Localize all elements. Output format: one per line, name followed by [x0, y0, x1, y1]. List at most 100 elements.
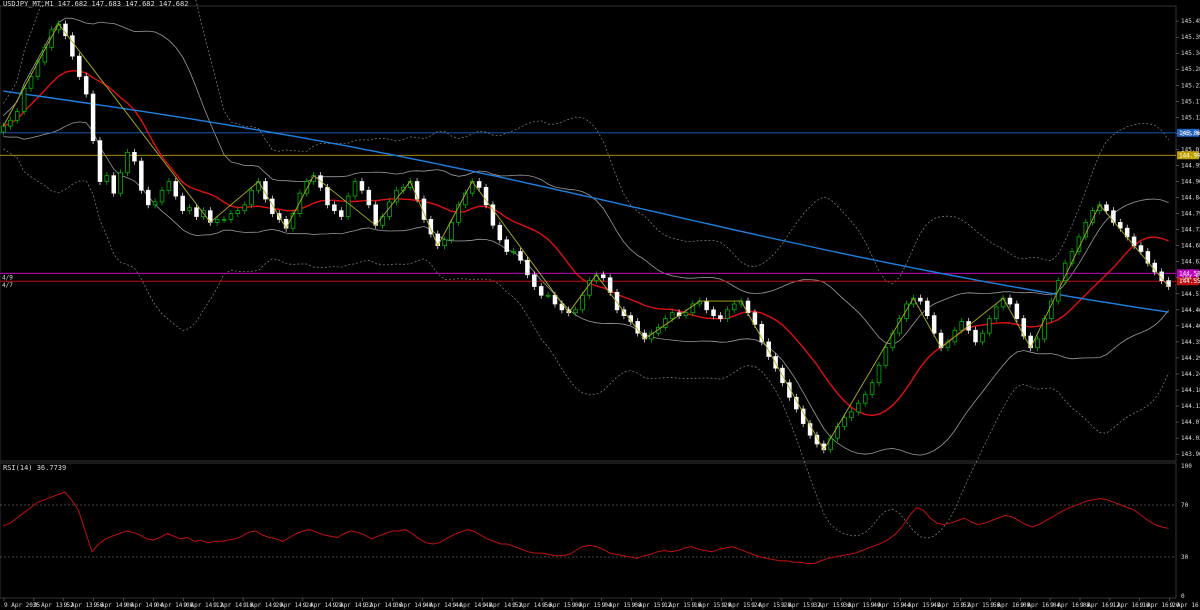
- price-tick-label: 145.010: [1181, 146, 1200, 153]
- candle-body: [925, 300, 930, 317]
- candle-body: [980, 332, 985, 343]
- candle-body: [90, 93, 96, 142]
- candle-body: [1166, 280, 1171, 287]
- candle-body: [442, 239, 447, 247]
- candle-body: [187, 207, 192, 212]
- candle-body: [159, 189, 165, 203]
- price-tick-label: 145.175: [1181, 98, 1200, 105]
- candle-body: [297, 192, 303, 214]
- candle-body: [235, 210, 241, 214]
- candle-body: [869, 382, 875, 395]
- candle-body: [580, 294, 585, 311]
- candle-body: [883, 347, 889, 366]
- candle-body: [525, 259, 530, 276]
- candle-body: [573, 309, 578, 314]
- price-tick-label: 144.845: [1181, 195, 1200, 202]
- price-tick-label: 144.405: [1181, 323, 1200, 330]
- candle-body: [1049, 300, 1054, 319]
- candle-body: [731, 303, 737, 311]
- candle-body: [249, 189, 254, 206]
- price-tick-label: 144.790: [1181, 211, 1200, 218]
- candle-body: [600, 274, 606, 279]
- price-tick-label: 145.065: [1181, 130, 1200, 137]
- price-chart[interactable]: 145.067144.990144.585144.5584/94/7 145.4…: [0, 0, 1200, 610]
- time-tick-label: 9 Apr 16:24: [1170, 602, 1200, 609]
- candle-body: [1138, 245, 1144, 252]
- price-tick-label: 144.955: [1181, 162, 1200, 169]
- hline-left-label: 4/7: [2, 282, 13, 289]
- candle-body: [725, 309, 730, 319]
- candle-body: [532, 274, 537, 287]
- candle-body: [1, 125, 6, 133]
- price-tick-label: 144.735: [1181, 227, 1200, 234]
- candle-body: [63, 23, 68, 37]
- rsi-tick-label: 100: [1181, 463, 1192, 470]
- candle-body: [283, 219, 289, 229]
- candle-body: [97, 140, 103, 182]
- price-tick-label: 144.295: [1181, 355, 1200, 362]
- candle-body: [352, 181, 358, 197]
- candle-body: [125, 151, 130, 174]
- price-tick-label: 145.120: [1181, 114, 1200, 121]
- candle-body: [21, 87, 27, 112]
- candle-body: [973, 329, 978, 343]
- price-tick-label: 145.285: [1181, 66, 1200, 73]
- candle-body: [145, 189, 151, 206]
- price-tick-label: 144.460: [1181, 307, 1200, 314]
- candle-body: [987, 318, 992, 334]
- candle-body: [366, 189, 372, 206]
- candle-body: [876, 364, 882, 384]
- candle-body: [918, 297, 923, 302]
- candle-body: [849, 411, 854, 419]
- candle-body: [449, 221, 454, 241]
- rsi-tick-label: 0: [1181, 593, 1185, 600]
- price-tick-label: 144.185: [1181, 387, 1200, 394]
- candle-body: [931, 315, 937, 334]
- candle-body: [132, 151, 137, 162]
- price-tick-label: 144.625: [1181, 259, 1200, 266]
- candle-body: [139, 160, 144, 191]
- candle-body: [518, 251, 523, 261]
- candle-body: [545, 294, 551, 297]
- candle-body: [504, 239, 509, 252]
- candle-body: [14, 111, 20, 121]
- candle-body: [180, 195, 185, 212]
- candle-body: [759, 324, 765, 343]
- price-tick-label: 145.395: [1181, 34, 1200, 41]
- candle-body: [511, 251, 516, 253]
- rsi-tick-label: 30: [1181, 554, 1189, 561]
- candle-body: [111, 175, 116, 194]
- price-tick-label: 145.450: [1181, 18, 1200, 25]
- candle-body: [669, 312, 675, 319]
- candle-body: [228, 213, 234, 220]
- candle-body: [152, 201, 158, 206]
- rsi-tick-label: 70: [1181, 502, 1189, 509]
- price-tick-label: 145.340: [1181, 50, 1200, 57]
- price-tick-label: 144.680: [1181, 243, 1200, 250]
- candle-body: [173, 181, 179, 197]
- candle-body: [862, 394, 868, 404]
- candle-body: [683, 312, 689, 317]
- hline-left-label: 4/9: [2, 274, 13, 281]
- price-tick-label: 145.230: [1181, 82, 1200, 89]
- candle-body: [1014, 303, 1020, 319]
- candle-body: [214, 219, 220, 223]
- candle-body: [83, 76, 89, 95]
- candle-body: [842, 417, 847, 427]
- candle-body: [476, 181, 482, 188]
- price-tick-label: 144.515: [1181, 291, 1200, 298]
- candle-body: [594, 274, 599, 282]
- price-tick-label: 144.350: [1181, 339, 1200, 346]
- candle-body: [8, 119, 13, 127]
- candle-body: [104, 175, 110, 182]
- price-tick-label: 144.075: [1181, 419, 1200, 426]
- candle-body: [607, 277, 613, 293]
- candle-body: [118, 172, 123, 194]
- candle-body: [194, 207, 199, 217]
- price-tick-label: 143.965: [1181, 451, 1200, 458]
- candle-body: [77, 55, 82, 77]
- candle-body: [704, 300, 709, 311]
- candle-body: [1104, 204, 1109, 212]
- candle-body: [993, 306, 999, 319]
- candle-body: [325, 186, 330, 206]
